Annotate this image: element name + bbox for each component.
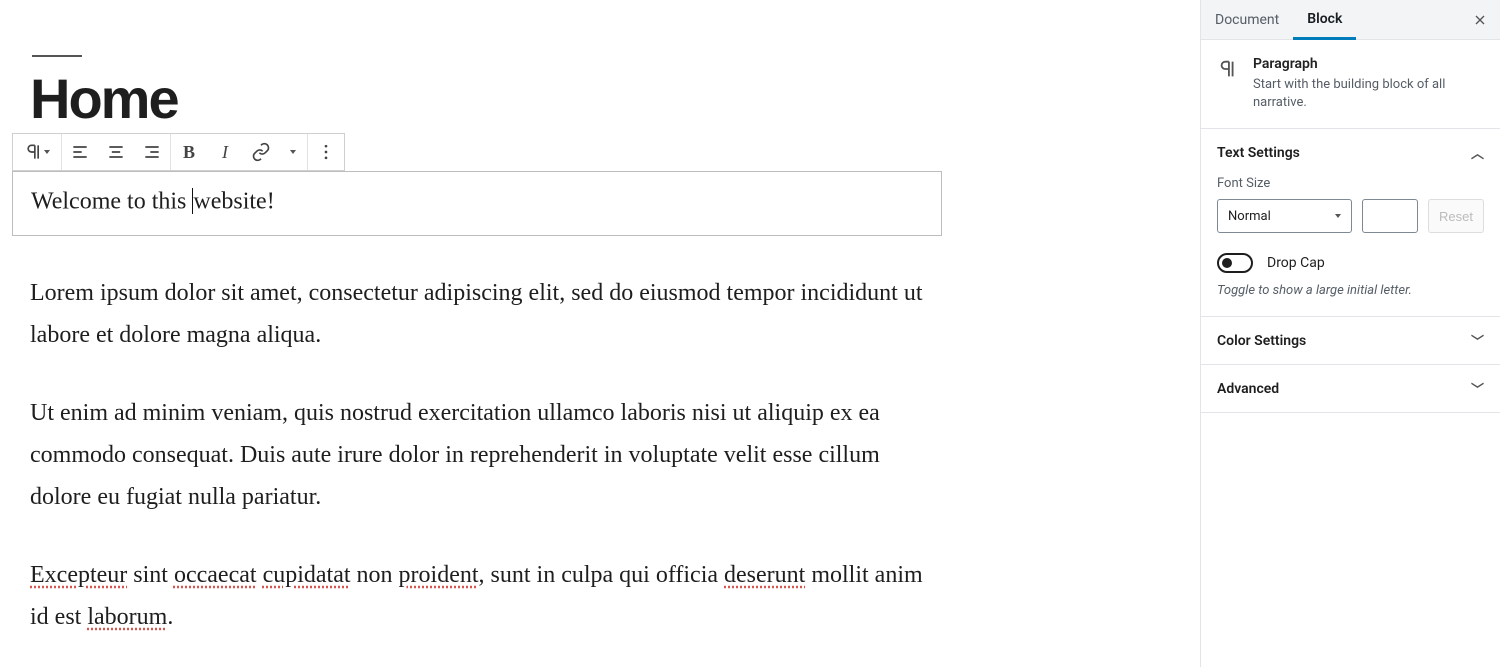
- paragraph-block[interactable]: Ut enim ad minim veniam, quis nostrud ex…: [30, 392, 930, 518]
- panel-title: Advanced: [1217, 381, 1279, 397]
- spellcheck-word[interactable]: cupidatat: [263, 562, 351, 588]
- align-center-icon: [106, 142, 126, 162]
- settings-sidebar: Document Block Paragraph Start with the …: [1200, 0, 1500, 667]
- page-title[interactable]: Home: [30, 71, 1170, 127]
- selected-paragraph-block[interactable]: Welcome to this website!: [12, 171, 942, 236]
- close-icon: [1472, 12, 1488, 28]
- panel-text-settings: Text Settings ︿ Font Size Normal Reset D…: [1201, 129, 1500, 317]
- align-left-button[interactable]: [62, 134, 98, 170]
- spellcheck-word[interactable]: deserunt: [724, 562, 805, 588]
- caret-down-icon: [290, 150, 296, 154]
- more-rich-text-button[interactable]: [279, 134, 307, 170]
- panel-toggle-text-settings[interactable]: Text Settings ︿: [1201, 129, 1500, 176]
- block-card: Paragraph Start with the building block …: [1201, 40, 1500, 129]
- font-size-label: Font Size: [1217, 176, 1484, 191]
- tab-block[interactable]: Block: [1293, 1, 1356, 40]
- font-size-reset-button[interactable]: Reset: [1428, 199, 1484, 233]
- block-text-after-cursor: website!: [193, 188, 274, 214]
- drop-cap-hint: Toggle to show a large initial letter.: [1217, 283, 1484, 298]
- italic-button[interactable]: I: [207, 134, 243, 170]
- caret-down-icon: [1335, 214, 1341, 218]
- panel-title: Color Settings: [1217, 333, 1306, 349]
- editor-canvas[interactable]: Home B I: [0, 0, 1200, 667]
- spellcheck-word[interactable]: proident: [399, 562, 479, 588]
- font-size-value: Normal: [1228, 209, 1271, 224]
- close-sidebar-button[interactable]: [1460, 0, 1500, 40]
- bold-button[interactable]: B: [171, 134, 207, 170]
- panel-toggle-advanced[interactable]: Advanced ﹀: [1201, 365, 1500, 412]
- sidebar-tabs: Document Block: [1201, 0, 1500, 40]
- panel-color-settings: Color Settings ﹀: [1201, 317, 1500, 365]
- font-size-select[interactable]: Normal: [1217, 199, 1352, 233]
- spellcheck-word[interactable]: Excepteur: [30, 562, 127, 588]
- block-text-before-cursor: Welcome to this: [31, 188, 192, 214]
- block-description: Start with the building block of all nar…: [1253, 76, 1484, 112]
- align-right-icon: [142, 142, 162, 162]
- paragraph-block[interactable]: Lorem ipsum dolor sit amet, consectetur …: [30, 272, 930, 356]
- block-toolbar: B I: [12, 133, 345, 171]
- pilcrow-icon: [1217, 58, 1239, 80]
- italic-icon: I: [222, 142, 228, 163]
- link-icon: [251, 142, 271, 162]
- chevron-down-icon: ﹀: [1471, 379, 1484, 398]
- align-left-icon: [70, 142, 90, 162]
- font-size-custom-input[interactable]: [1362, 199, 1418, 233]
- align-right-button[interactable]: [134, 134, 170, 170]
- link-button[interactable]: [243, 134, 279, 170]
- spellcheck-word[interactable]: occaecat: [174, 562, 257, 588]
- block-title: Paragraph: [1253, 56, 1484, 72]
- align-center-button[interactable]: [98, 134, 134, 170]
- paragraph-block[interactable]: Excepteur sint occaecat cupidatat non pr…: [30, 554, 930, 638]
- chevron-up-icon: ︿: [1471, 143, 1484, 162]
- more-vertical-icon: [316, 142, 336, 162]
- block-more-options-button[interactable]: [308, 134, 344, 170]
- chevron-down-icon: ﹀: [1471, 331, 1484, 350]
- drop-cap-label: Drop Cap: [1267, 255, 1325, 271]
- caret-down-icon: [44, 150, 50, 154]
- spellcheck-word[interactable]: laborum: [87, 604, 167, 630]
- pilcrow-icon: [24, 142, 44, 162]
- panel-toggle-color-settings[interactable]: Color Settings ﹀: [1201, 317, 1500, 364]
- panel-advanced: Advanced ﹀: [1201, 365, 1500, 413]
- block-switcher-button[interactable]: [13, 134, 61, 170]
- drop-cap-toggle[interactable]: [1217, 253, 1253, 273]
- title-accent: [32, 55, 82, 57]
- panel-title: Text Settings: [1217, 145, 1300, 161]
- bold-icon: B: [183, 142, 195, 163]
- tab-document[interactable]: Document: [1201, 0, 1293, 39]
